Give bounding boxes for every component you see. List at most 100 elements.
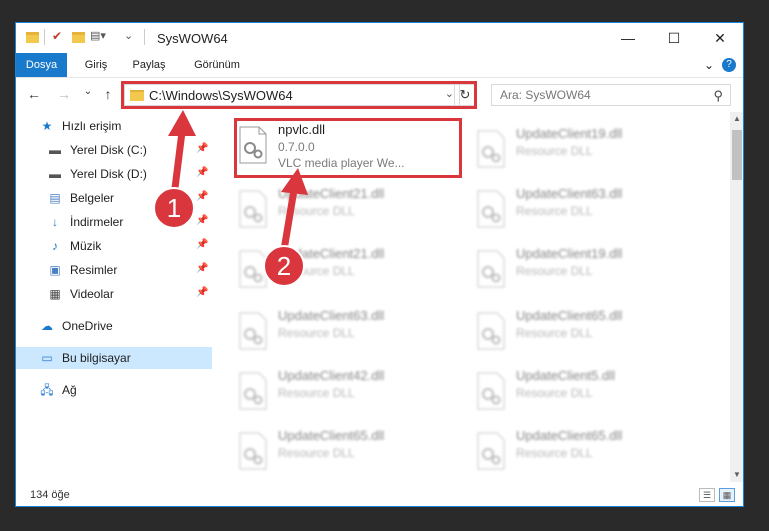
download-icon: ↓: [52, 215, 58, 229]
pin-icon: 📌: [196, 239, 209, 250]
file-tile[interactable]: UpdateClient42.dll Resource DLL: [238, 366, 448, 420]
file-description: Resource DLL: [516, 386, 593, 400]
search-placeholder: Ara: SysWOW64: [500, 88, 591, 102]
title-bar: ✔ ▤▾ ⌄ SysWOW64 — ☐ ✕: [16, 23, 743, 53]
file-name: UpdateClient63.dll: [516, 186, 623, 201]
file-tile[interactable]: UpdateClient65.dll Resource DLL: [238, 426, 448, 480]
pin-icon: 📌: [196, 167, 209, 178]
file-tile[interactable]: UpdateClient19.dll Resource DLL: [476, 244, 686, 298]
sidebar-item-quick-access[interactable]: ★ Hızlı erişim: [16, 115, 212, 137]
sidebar-item-label: Hızlı erişim: [62, 119, 122, 133]
sidebar-item-label: Videolar: [70, 287, 114, 301]
sidebar-item-label: Yerel Disk (D:): [70, 167, 147, 181]
file-name: UpdateClient21.dll: [278, 186, 385, 201]
vertical-scrollbar[interactable]: ▲ ▼: [730, 112, 743, 482]
forward-button[interactable]: →: [56, 86, 72, 104]
tab-paylas[interactable]: Paylaş: [124, 53, 174, 77]
sidebar-item-this-pc[interactable]: ▭ Bu bilgisayar: [16, 347, 212, 369]
item-count: 134 öğe: [30, 489, 70, 501]
sidebar-item-label: Resimler: [70, 263, 118, 277]
pin-icon: 📌: [196, 215, 209, 226]
sidebar-item-pictures[interactable]: ▣ Resimler 📌: [16, 259, 212, 281]
sidebar-item-label: Ağ: [62, 383, 77, 397]
sidebar-item-videos[interactable]: ▦ Videolar 📌: [16, 283, 212, 305]
dll-file-icon: [239, 312, 267, 350]
file-tile-npvlc[interactable]: npvlc.dll 0.7.0.0 VLC media player We...: [238, 120, 448, 174]
sidebar-item-drive-c[interactable]: ▬ Yerel Disk (C:) 📌: [16, 139, 212, 161]
scroll-down-arrow-icon[interactable]: ▼: [730, 468, 743, 482]
scrollbar-thumb[interactable]: [732, 130, 742, 180]
sidebar-item-onedrive[interactable]: ☁ OneDrive: [16, 315, 212, 337]
pin-icon: 📌: [196, 143, 209, 154]
file-name: UpdateClient65.dll: [516, 308, 623, 323]
minimize-button[interactable]: —: [605, 23, 651, 53]
folder-icon: [26, 32, 39, 43]
file-tile[interactable]: UpdateClient63.dll Resource DLL: [238, 306, 448, 360]
chevron-down-icon[interactable]: ⌄: [445, 87, 454, 100]
sidebar-item-music[interactable]: ♪ Müzik 📌: [16, 235, 212, 257]
properties-icon[interactable]: ✔: [52, 29, 62, 45]
recent-locations-button[interactable]: ⌄: [80, 86, 96, 104]
navigation-pane: ★ Hızlı erişim ▬ Yerel Disk (C:) 📌 ▬ Yer…: [16, 112, 212, 482]
sidebar-item-drive-d[interactable]: ▬ Yerel Disk (D:) 📌: [16, 163, 212, 185]
window-title: SysWOW64: [157, 31, 228, 46]
address-row: ← → ⌄ ↑ C:\Windows\SysWOW64 ⌄ ↻ Ara: Sys…: [16, 78, 743, 112]
ribbon-expand-icon[interactable]: ⌄: [702, 53, 716, 77]
sidebar-item-label: Yerel Disk (C:): [70, 143, 147, 157]
file-tile[interactable]: UpdateClient19.dll Resource DLL: [476, 124, 686, 178]
file-name: UpdateClient42.dll: [278, 368, 385, 383]
up-button[interactable]: ↑: [100, 86, 116, 104]
star-icon: ★: [41, 119, 53, 133]
details-view-icon[interactable]: ☰: [699, 488, 715, 502]
pin-icon: 📌: [196, 263, 209, 274]
drive-icon: ▬: [49, 143, 61, 157]
tab-dosya[interactable]: Dosya: [16, 53, 67, 77]
tab-gorunum[interactable]: Görünüm: [184, 53, 250, 77]
dll-file-icon: [239, 372, 267, 410]
file-version: 0.7.0.0: [278, 140, 315, 154]
file-tile[interactable]: UpdateClient21.dll Resource DLL: [238, 184, 448, 238]
network-icon: 🖧: [40, 383, 54, 397]
file-description: Resource DLL: [278, 446, 355, 460]
file-tile[interactable]: UpdateClient21.dll Resource DLL: [238, 244, 448, 298]
scroll-up-arrow-icon[interactable]: ▲: [730, 112, 743, 126]
dll-file-icon: [477, 130, 505, 168]
sidebar-item-downloads[interactable]: ↓ İndirmeler 📌: [16, 211, 212, 233]
file-name: UpdateClient65.dll: [278, 428, 385, 443]
file-name: UpdateClient19.dll: [516, 246, 623, 261]
pin-icon: 📌: [196, 191, 209, 202]
sidebar-item-network[interactable]: 🖧 Ağ: [16, 379, 212, 401]
close-button[interactable]: ✕: [697, 23, 743, 53]
new-folder-icon[interactable]: [72, 32, 85, 43]
sidebar-item-documents[interactable]: ▤ Belgeler 📌: [16, 187, 212, 209]
search-icon: ⚲: [713, 88, 723, 103]
music-icon: ♪: [52, 239, 58, 253]
drive-icon: ▬: [49, 167, 61, 181]
folder-icon: [130, 90, 144, 101]
file-tile[interactable]: UpdateClient5.dll Resource DLL: [476, 366, 686, 420]
tiles-view-icon[interactable]: ▦: [719, 488, 735, 502]
tab-giris[interactable]: Giriş: [76, 53, 116, 77]
dll-file-icon: [239, 190, 267, 228]
maximize-button[interactable]: ☐: [651, 23, 697, 53]
search-input[interactable]: Ara: SysWOW64 ⚲: [491, 84, 731, 106]
refresh-button[interactable]: ↻: [454, 84, 476, 106]
file-description: Resource DLL: [278, 326, 355, 340]
file-description: VLC media player We...: [278, 156, 405, 170]
file-tile[interactable]: UpdateClient63.dll Resource DLL: [476, 184, 686, 238]
file-tile[interactable]: UpdateClient65.dll Resource DLL: [476, 306, 686, 360]
file-name: UpdateClient63.dll: [278, 308, 385, 323]
explorer-window: ✔ ▤▾ ⌄ SysWOW64 — ☐ ✕ Dosya Giriş Paylaş…: [15, 22, 744, 507]
dll-file-icon: [239, 126, 267, 164]
quick-access-dropdown-icon[interactable]: ⌄: [124, 29, 133, 45]
file-description: Resource DLL: [278, 264, 355, 278]
file-description: Resource DLL: [516, 326, 593, 340]
sidebar-item-label: OneDrive: [62, 319, 113, 333]
help-icon[interactable]: ?: [722, 58, 736, 72]
customize-icon[interactable]: ▤▾: [90, 29, 106, 45]
file-tile[interactable]: UpdateClient65.dll Resource DLL: [476, 426, 686, 480]
sidebar-item-label: İndirmeler: [70, 215, 124, 229]
address-bar[interactable]: C:\Windows\SysWOW64 ⌄: [124, 84, 460, 106]
dll-file-icon: [477, 372, 505, 410]
back-button[interactable]: ←: [26, 86, 42, 104]
